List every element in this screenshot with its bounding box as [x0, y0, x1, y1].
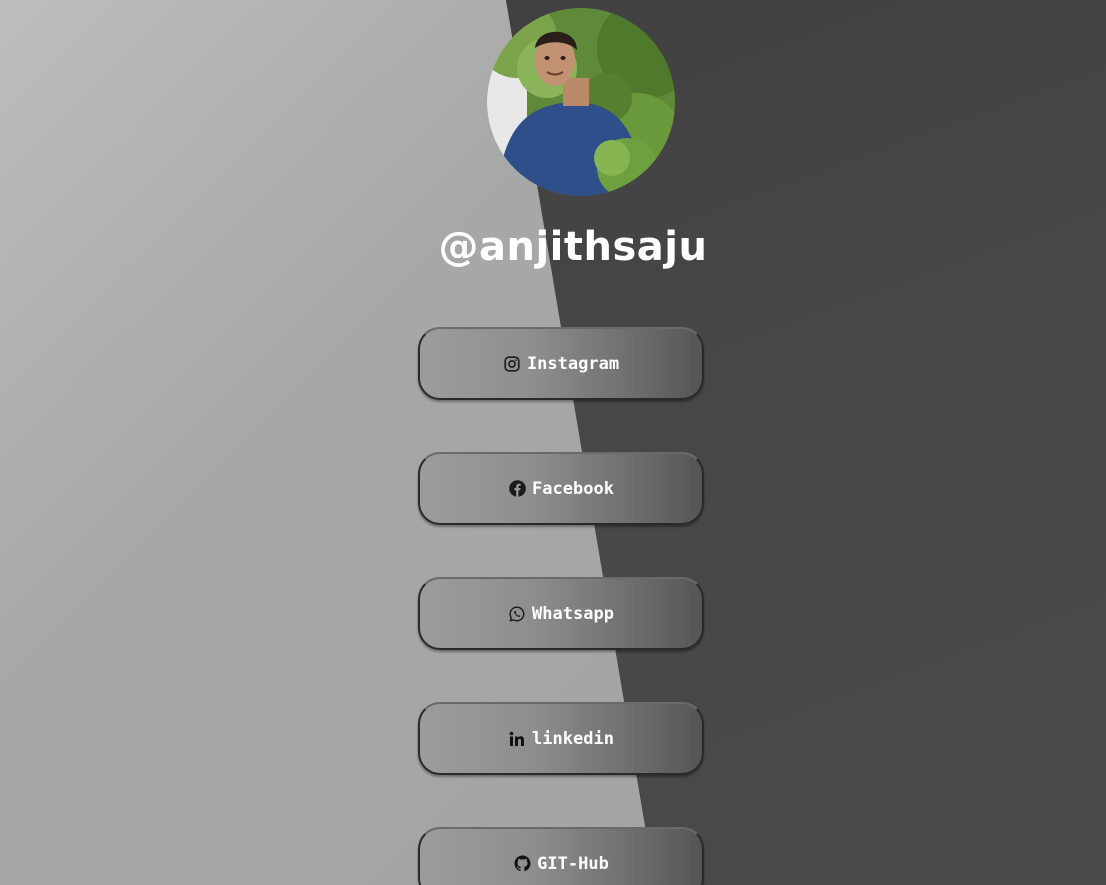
whatsapp-link-button[interactable]: Whatsapp [418, 577, 704, 650]
profile-username: @anjithsaju [438, 224, 708, 270]
facebook-icon [508, 480, 526, 498]
instagram-icon [503, 355, 521, 373]
github-link-label: GIT-Hub [537, 853, 609, 874]
instagram-link-button[interactable]: Instagram [418, 327, 704, 400]
instagram-link-label: Instagram [526, 353, 620, 374]
profile-avatar [487, 8, 675, 196]
linkedin-link-label: linkedin [532, 728, 614, 749]
facebook-link-label: Facebook [532, 478, 614, 499]
linkedin-link-button[interactable]: linkedin [418, 702, 704, 775]
whatsapp-icon [508, 605, 526, 623]
facebook-link-button[interactable]: Facebook [418, 452, 704, 525]
github-link-button[interactable]: GIT-Hub [418, 827, 704, 885]
whatsapp-link-label: Whatsapp [532, 603, 614, 624]
github-icon [513, 855, 531, 873]
linkedin-icon [508, 730, 526, 748]
